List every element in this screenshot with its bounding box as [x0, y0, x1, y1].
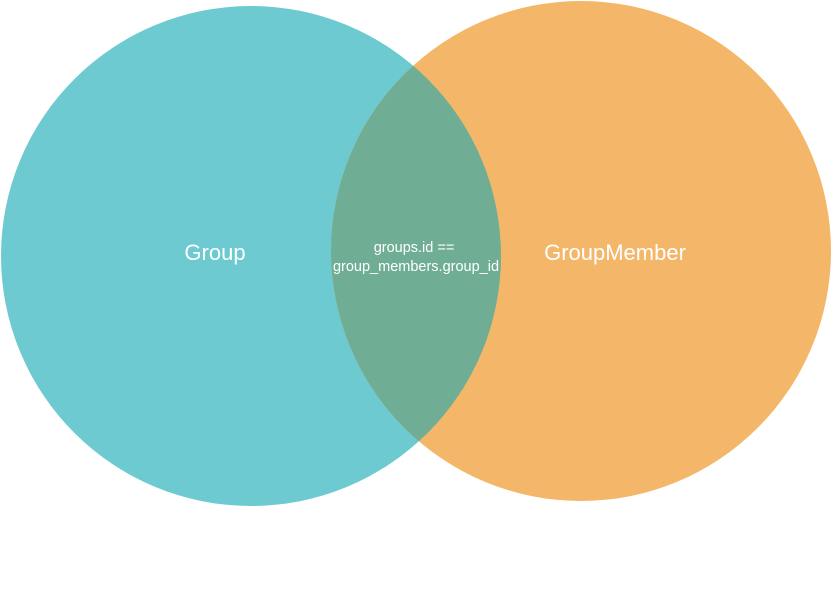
intersection-label-line-1: groups.id ==: [374, 240, 455, 256]
venn-diagram-svg: Group GroupMember groups.id == group_mem…: [1, 1, 831, 506]
venn-diagram: Group GroupMember groups.id == group_mem…: [0, 0, 832, 616]
intersection-label-line-2: group_members.group_id: [333, 259, 499, 275]
set-label-groupmember: GroupMember: [544, 240, 686, 265]
set-label-group: Group: [184, 240, 245, 265]
